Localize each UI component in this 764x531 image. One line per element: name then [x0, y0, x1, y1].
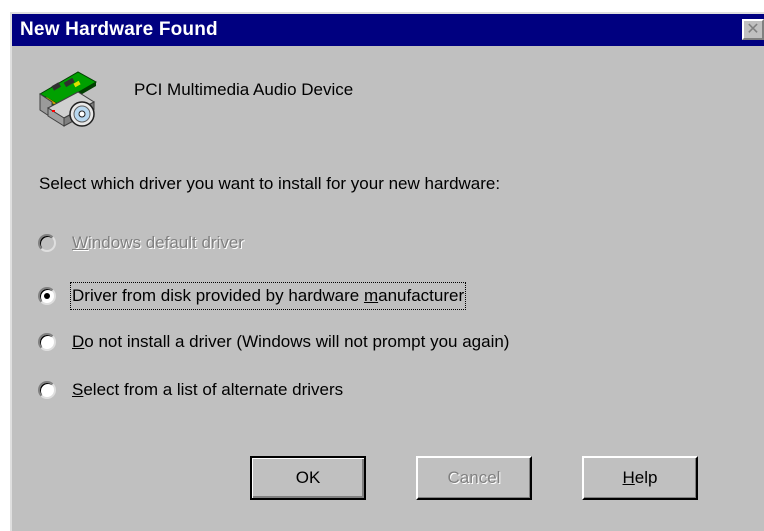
radio-button[interactable]: [38, 234, 56, 252]
radio-button[interactable]: [38, 381, 56, 399]
title-bar[interactable]: New Hardware Found ✕: [12, 14, 764, 46]
option-label: Do not install a driver (Windows will no…: [72, 332, 510, 351]
option-label: Select from a list of alternate drivers: [72, 380, 344, 399]
driver-prompt: Select which driver you want to install …: [39, 174, 501, 193]
radio-button-selected[interactable]: [38, 287, 56, 305]
dialog-title: New Hardware Found: [20, 19, 218, 40]
radio-dot: [44, 293, 50, 299]
option-label: Driver from disk provided by hardware ma…: [69, 282, 467, 310]
device-name: PCI Multimedia Audio Device: [134, 80, 354, 99]
option-label: Windows default driver: [72, 233, 244, 252]
radio-button[interactable]: [38, 333, 56, 351]
cancel-button[interactable]: Cancel: [416, 456, 532, 500]
ok-button[interactable]: OK: [250, 456, 366, 500]
hardware-card-icon: [38, 71, 98, 127]
new-hardware-dialog: New Hardware Found ✕ PCI Multimedia Audi…: [10, 12, 764, 531]
help-button[interactable]: Help: [582, 456, 698, 500]
close-icon: ✕: [742, 19, 764, 40]
